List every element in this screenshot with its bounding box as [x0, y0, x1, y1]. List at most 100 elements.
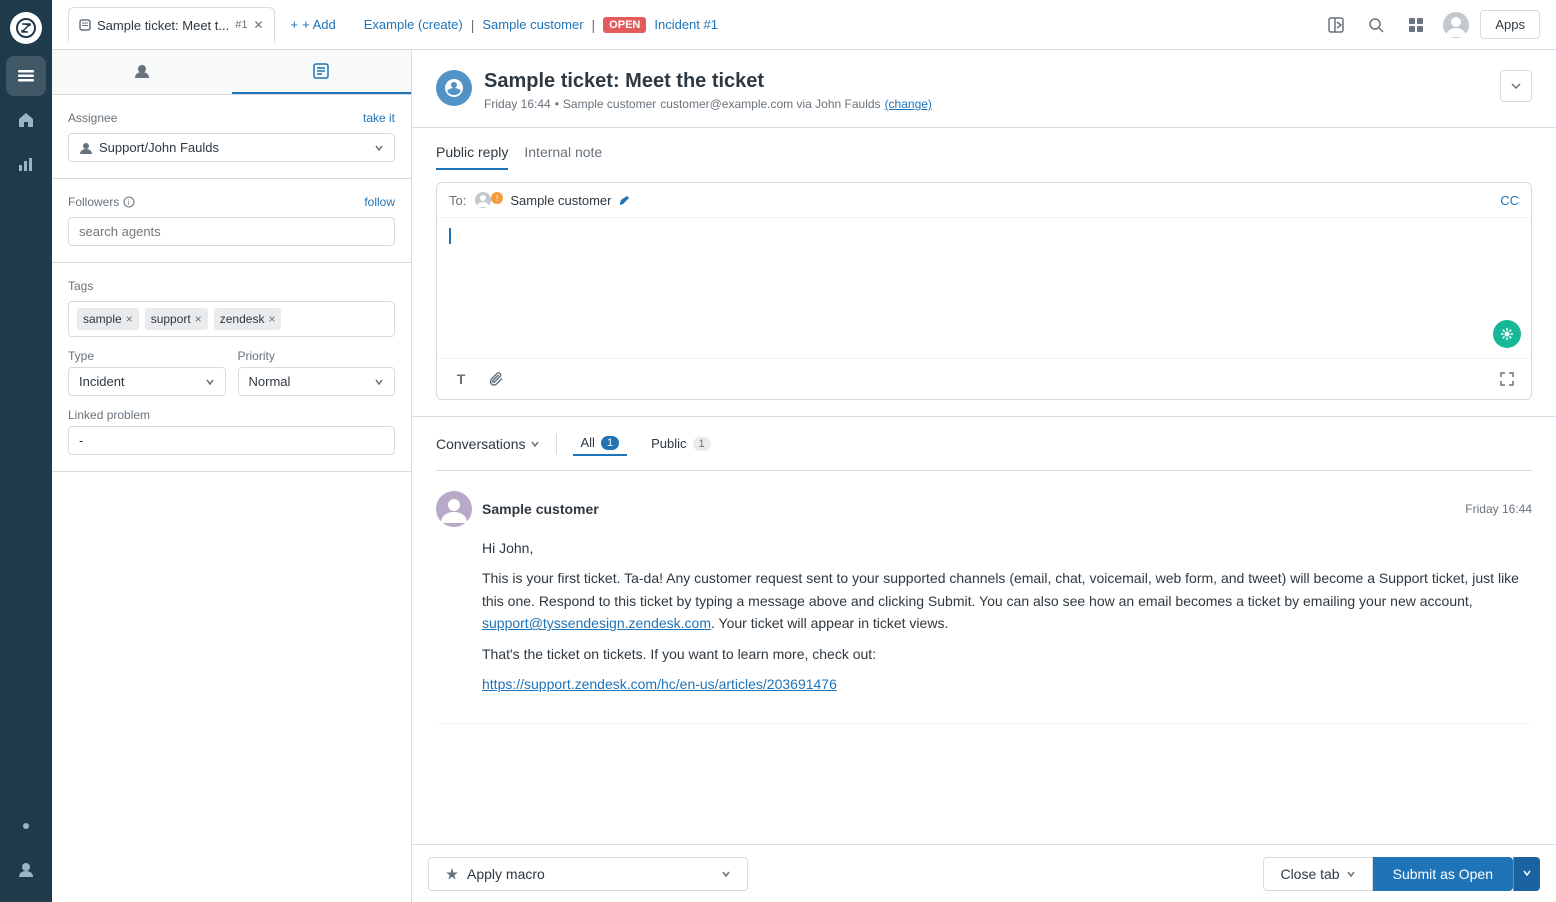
reply-box: To: ! Sample customer CC: [436, 182, 1532, 400]
tab-title: Sample ticket: Meet t...: [97, 18, 229, 33]
message-body: Hi John, This is your first ticket. Ta-d…: [436, 537, 1532, 695]
type-priority-row: Type Incident Priority Normal: [68, 349, 395, 396]
public-count-badge: 1: [693, 437, 711, 451]
nav-item-user[interactable]: [6, 850, 46, 890]
tag-support-remove[interactable]: ×: [195, 312, 202, 326]
ticket-change-link[interactable]: (change): [885, 97, 932, 111]
apply-macro-chevron: [721, 869, 731, 879]
reply-customer-name: Sample customer: [510, 193, 611, 208]
ticket-expand-button[interactable]: [1500, 70, 1532, 102]
panel-tab-ticket[interactable]: [232, 50, 412, 94]
reply-tab-internal[interactable]: Internal note: [524, 144, 602, 170]
nav-logo[interactable]: [10, 12, 42, 44]
close-tab-chevron: [1346, 869, 1356, 879]
followers-label: Followers i follow: [68, 195, 395, 209]
ticket-email: customer@example.com via John Faulds: [660, 97, 880, 111]
followers-section: Followers i follow: [52, 179, 411, 263]
breadcrumb-incident[interactable]: Incident #1: [654, 17, 718, 32]
assignee-value: Support/John Faulds: [99, 140, 219, 155]
take-it-link[interactable]: take it: [363, 111, 395, 125]
submit-label: Submit as Open: [1393, 866, 1493, 882]
tag-sample: sample ×: [77, 308, 139, 330]
apply-macro-button[interactable]: Apply macro: [428, 857, 748, 891]
type-select[interactable]: Incident: [68, 367, 226, 396]
apps-button[interactable]: Apps: [1480, 10, 1540, 39]
breadcrumb-separator2: |: [592, 17, 596, 33]
assignee-select[interactable]: Support/John Faulds: [68, 133, 395, 162]
submit-as-open-button[interactable]: Submit as Open: [1373, 857, 1513, 891]
cc-button[interactable]: CC: [1500, 193, 1519, 208]
attach-file-icon[interactable]: [483, 365, 511, 393]
submit-dropdown-button[interactable]: [1513, 857, 1540, 891]
message-item: Sample customer Friday 16:44 Hi John, Th…: [436, 471, 1532, 724]
ticket-content: Sample ticket: Meet the ticket Friday 16…: [412, 50, 1556, 902]
linked-problem-input[interactable]: [68, 426, 395, 455]
grid-icon[interactable]: [1400, 9, 1432, 41]
email-link[interactable]: support@tyssendesign.zendesk.com: [482, 615, 711, 631]
reply-to-label: To:: [449, 193, 466, 208]
add-tab-button[interactable]: + + Add: [283, 13, 344, 36]
ticket-avatar: [436, 70, 472, 106]
tags-section: Tags sample × support × zendesk ×: [52, 263, 411, 472]
nav-item-views[interactable]: [6, 56, 46, 96]
message-header: Sample customer Friday 16:44: [436, 491, 1532, 527]
close-tab-button[interactable]: Close tab: [1263, 857, 1372, 891]
main-container: Sample ticket: Meet t... #1 ✕ + + Add Ex…: [52, 0, 1556, 902]
assignee-section: Assignee take it Support/John Faulds: [52, 95, 411, 179]
top-bar: Sample ticket: Meet t... #1 ✕ + + Add Ex…: [52, 0, 1556, 50]
tag-zendesk-remove[interactable]: ×: [268, 312, 275, 326]
format-text-icon[interactable]: T: [447, 365, 475, 393]
breadcrumb-customer[interactable]: Sample customer: [482, 17, 583, 32]
expand-panel-button[interactable]: [1320, 9, 1352, 41]
tab-close-icon[interactable]: ✕: [253, 18, 263, 32]
reply-body[interactable]: [437, 218, 1531, 358]
linked-problem-group: Linked problem: [68, 408, 395, 455]
reply-tab-public[interactable]: Public reply: [436, 144, 508, 170]
conversations-title[interactable]: Conversations: [436, 436, 540, 452]
ticket-meta: Friday 16:44 • Sample customer customer@…: [484, 97, 1488, 111]
breadcrumb-separator: |: [471, 17, 475, 33]
customer-icons: !: [474, 191, 504, 209]
reply-toolbar: T: [437, 358, 1531, 399]
conv-filter-public[interactable]: Public 1: [643, 432, 719, 455]
search-agents-input[interactable]: [68, 217, 395, 246]
bottom-bar: Apply macro Close tab Submit as Open: [412, 844, 1556, 902]
tag-sample-remove[interactable]: ×: [126, 312, 133, 326]
edit-icon[interactable]: [618, 194, 630, 206]
ticket-tab[interactable]: Sample ticket: Meet t... #1 ✕: [68, 7, 275, 43]
conv-divider: [556, 434, 557, 454]
breadcrumb-example[interactable]: Example (create): [364, 17, 463, 32]
priority-value: Normal: [249, 374, 291, 389]
toolbar-icons: T: [447, 365, 511, 393]
priority-select[interactable]: Normal: [238, 367, 396, 396]
search-icon[interactable]: [1360, 9, 1392, 41]
nav-item-reports[interactable]: [6, 144, 46, 184]
tags-container[interactable]: sample × support × zendesk ×: [68, 301, 395, 337]
tags-label: Tags: [68, 279, 395, 293]
conversations-header: Conversations All 1 Public 1: [436, 417, 1532, 471]
ticket-header: Sample ticket: Meet the ticket Friday 16…: [412, 50, 1556, 128]
nav-item-admin[interactable]: [6, 806, 46, 846]
message-time: Friday 16:44: [1465, 502, 1532, 516]
add-tab-icon: +: [291, 17, 299, 32]
assignee-label: Assignee take it: [68, 111, 395, 125]
submit-chevron-icon: [1522, 868, 1532, 878]
panel-tab-user[interactable]: [52, 50, 232, 94]
follow-link[interactable]: follow: [364, 195, 395, 209]
ai-assist-button[interactable]: [1493, 320, 1521, 348]
ticket-title-section: Sample ticket: Meet the ticket Friday 16…: [484, 70, 1488, 111]
ticket-author: Sample customer: [563, 97, 656, 111]
reply-section: Public reply Internal note To: ! Sample …: [412, 128, 1556, 417]
svg-text:!: !: [496, 194, 498, 203]
conv-filter-all[interactable]: All 1: [573, 431, 628, 456]
article-link[interactable]: https://support.zendesk.com/hc/en-us/art…: [482, 676, 837, 692]
submit-group: Close tab Submit as Open: [1263, 857, 1540, 891]
apply-macro-label: Apply macro: [467, 866, 545, 882]
ticket-time: Friday 16:44: [484, 97, 551, 111]
content-area: Assignee take it Support/John Faulds Fol…: [52, 50, 1556, 902]
priority-group: Priority Normal: [238, 349, 396, 396]
user-avatar[interactable]: [1440, 9, 1472, 41]
nav-item-home[interactable]: [6, 100, 46, 140]
breadcrumb: Example (create) | Sample customer | OPE…: [364, 17, 718, 33]
expand-reply-icon[interactable]: [1493, 365, 1521, 393]
